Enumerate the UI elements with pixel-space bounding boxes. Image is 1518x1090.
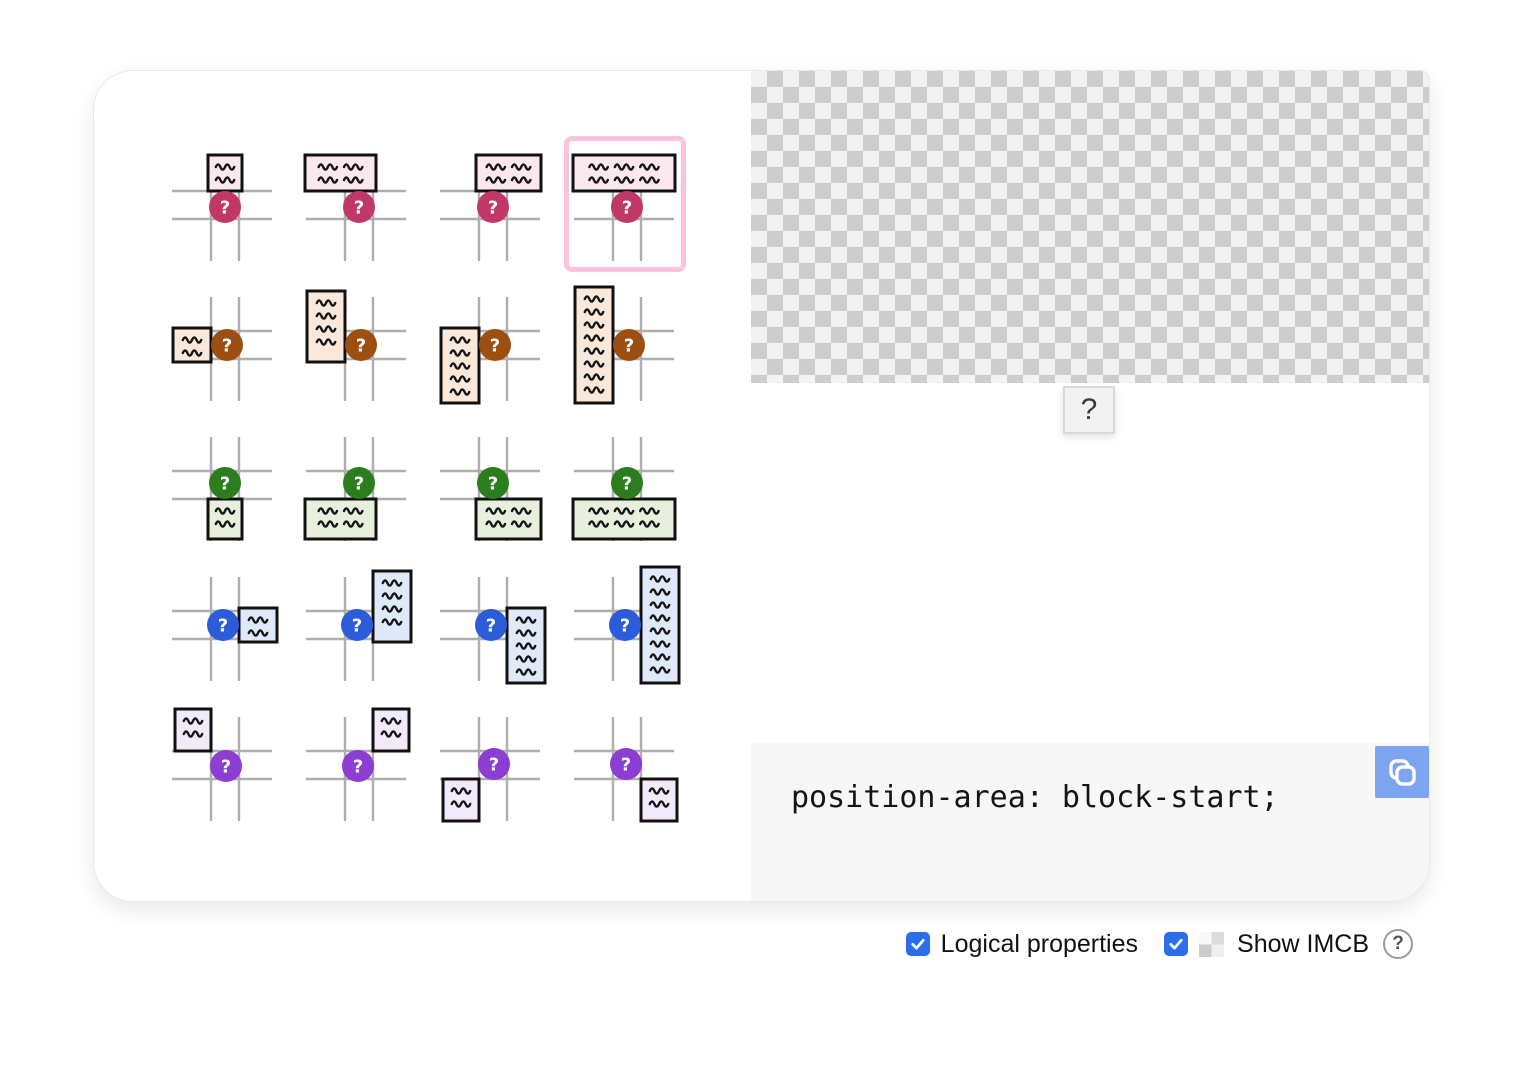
- option-diagram: ?: [301, 141, 413, 267]
- help-icon[interactable]: ?: [1383, 929, 1413, 959]
- checkmark-icon: [909, 935, 927, 953]
- checkmark-icon: [1167, 935, 1185, 953]
- svg-text:?: ?: [622, 474, 632, 495]
- svg-text:?: ?: [486, 616, 496, 637]
- option-diagram: ?: [301, 561, 413, 687]
- option-inline-start-span-block-end[interactable]: ?: [435, 281, 547, 407]
- svg-text:?: ?: [220, 198, 230, 219]
- bottom-controls: Logical properties Show IMCB ?: [906, 928, 1413, 960]
- css-code-text: position-area: block-start;: [791, 780, 1279, 815]
- copy-button[interactable]: [1375, 746, 1429, 798]
- option-block-start-span-inline-start[interactable]: ?: [301, 141, 413, 267]
- position-area-tool-card: ???????????????????? Hello, I am the pos…: [93, 70, 1430, 902]
- option-block-end-span-inline-start[interactable]: ?: [301, 421, 413, 547]
- option-diagram: ?: [569, 281, 681, 407]
- svg-text:?: ?: [220, 474, 230, 495]
- svg-text:?: ?: [356, 336, 366, 357]
- option-diagram: ?: [569, 141, 681, 267]
- page: { "preview": { "positioned_element_text"…: [0, 0, 1518, 1090]
- option-diagram: ?: [301, 281, 413, 407]
- anchor-element: ?: [1063, 386, 1115, 434]
- logical-properties-label: Logical properties: [941, 930, 1138, 959]
- option-block-start-span-all[interactable]: ?: [569, 141, 681, 267]
- option-diagram: ?: [167, 701, 279, 827]
- option-diagram: ?: [301, 701, 413, 827]
- show-imcb-checkbox[interactable]: [1164, 932, 1188, 956]
- svg-text:?: ?: [488, 198, 498, 219]
- option-diagram: ?: [301, 421, 413, 547]
- svg-text:?: ?: [621, 755, 631, 776]
- option-block-start-span-inline-end[interactable]: ?: [435, 141, 547, 267]
- option-inline-end-span-block-start[interactable]: ?: [301, 561, 413, 687]
- option-diagram: ?: [167, 421, 279, 547]
- svg-text:?: ?: [620, 616, 630, 637]
- svg-text:?: ?: [354, 474, 364, 495]
- option-corners-block-end-inline-start[interactable]: ?: [435, 701, 547, 827]
- show-imcb-label: Show IMCB: [1237, 930, 1369, 959]
- position-area-options-grid: ????????????????????: [167, 141, 681, 827]
- option-block-end-span-all[interactable]: ?: [569, 421, 681, 547]
- code-panel: position-area: block-start;: [751, 743, 1429, 901]
- svg-text:?: ?: [354, 198, 364, 219]
- svg-text:?: ?: [624, 336, 634, 357]
- option-inline-start-span-block-start[interactable]: ?: [301, 281, 413, 407]
- option-diagram: ?: [167, 141, 279, 267]
- option-corners-block-end-inline-end[interactable]: ?: [569, 701, 681, 827]
- option-inline-end-center[interactable]: ?: [167, 561, 279, 687]
- option-diagram: ?: [435, 421, 547, 547]
- svg-text:?: ?: [221, 757, 231, 778]
- option-inline-start-center[interactable]: ?: [167, 281, 279, 407]
- svg-text:?: ?: [488, 474, 498, 495]
- option-diagram: ?: [435, 281, 547, 407]
- option-diagram: ?: [569, 561, 681, 687]
- svg-text:?: ?: [222, 336, 232, 357]
- copy-icon: [1386, 756, 1418, 788]
- option-block-end-span-inline-end[interactable]: ?: [435, 421, 547, 547]
- option-corners-block-start-inline-start[interactable]: ?: [167, 701, 279, 827]
- logical-properties-checkbox[interactable]: [906, 932, 930, 956]
- svg-text:?: ?: [622, 198, 632, 219]
- option-inline-end-span-all[interactable]: ?: [569, 561, 681, 687]
- option-diagram: ?: [569, 421, 681, 547]
- option-block-end-center[interactable]: ?: [167, 421, 279, 547]
- svg-text:?: ?: [218, 616, 228, 637]
- option-diagram: ?: [167, 281, 279, 407]
- svg-text:?: ?: [490, 336, 500, 357]
- option-diagram: ?: [435, 141, 547, 267]
- option-block-start-center[interactable]: ?: [167, 141, 279, 267]
- imcb-checkerboard: Hello, I am the positioned element!: [751, 71, 1429, 383]
- option-inline-start-span-all[interactable]: ?: [569, 281, 681, 407]
- svg-text:?: ?: [353, 757, 363, 778]
- svg-text:?: ?: [352, 616, 362, 637]
- transparency-checker-icon: [1199, 932, 1224, 957]
- option-diagram: ?: [435, 561, 547, 687]
- option-inline-end-span-block-end[interactable]: ?: [435, 561, 547, 687]
- option-diagram: ?: [167, 561, 279, 687]
- svg-text:?: ?: [489, 755, 499, 776]
- option-diagram: ?: [569, 701, 681, 827]
- option-corners-block-start-inline-end[interactable]: ?: [301, 701, 413, 827]
- option-diagram: ?: [435, 701, 547, 827]
